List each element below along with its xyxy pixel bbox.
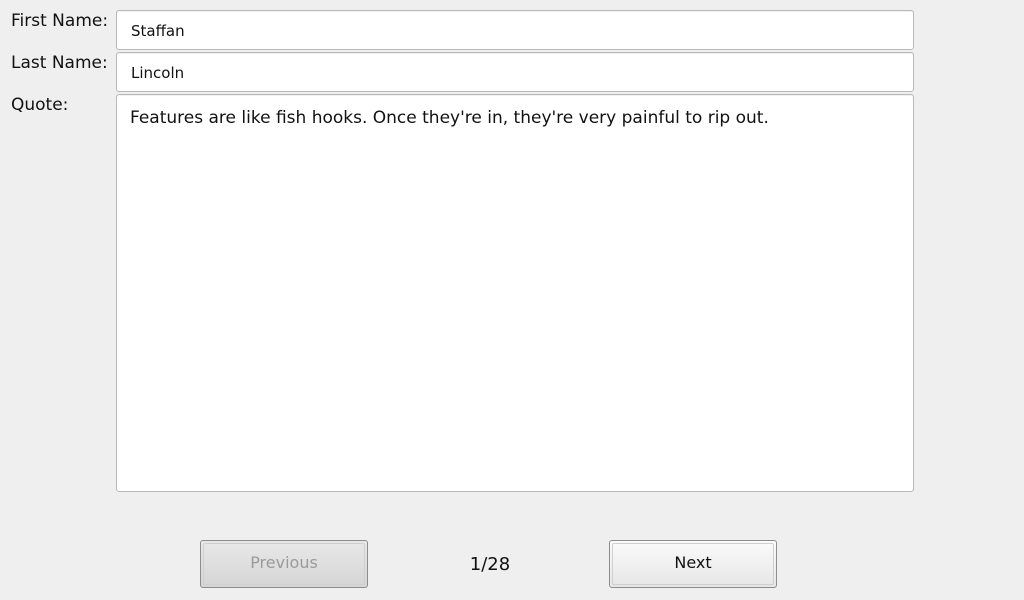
previous-button[interactable]: Previous [200, 540, 368, 588]
page-indicator: 1/28 [469, 554, 511, 575]
previous-button-label: Previous [250, 553, 318, 572]
last-name-label: Last Name: [11, 53, 108, 73]
first-name-field[interactable]: Staffan [116, 10, 914, 50]
quote-textarea[interactable]: Features are like fish hooks. Once they'… [116, 94, 914, 492]
last-name-field[interactable]: Lincoln [116, 52, 914, 92]
next-button[interactable]: Next [609, 540, 777, 588]
next-button-label: Next [674, 553, 712, 572]
first-name-label: First Name: [11, 11, 109, 31]
quote-browser-window: First Name: Staffan Last Name: Lincoln Q… [0, 0, 1024, 600]
quote-label: Quote: [11, 95, 69, 115]
